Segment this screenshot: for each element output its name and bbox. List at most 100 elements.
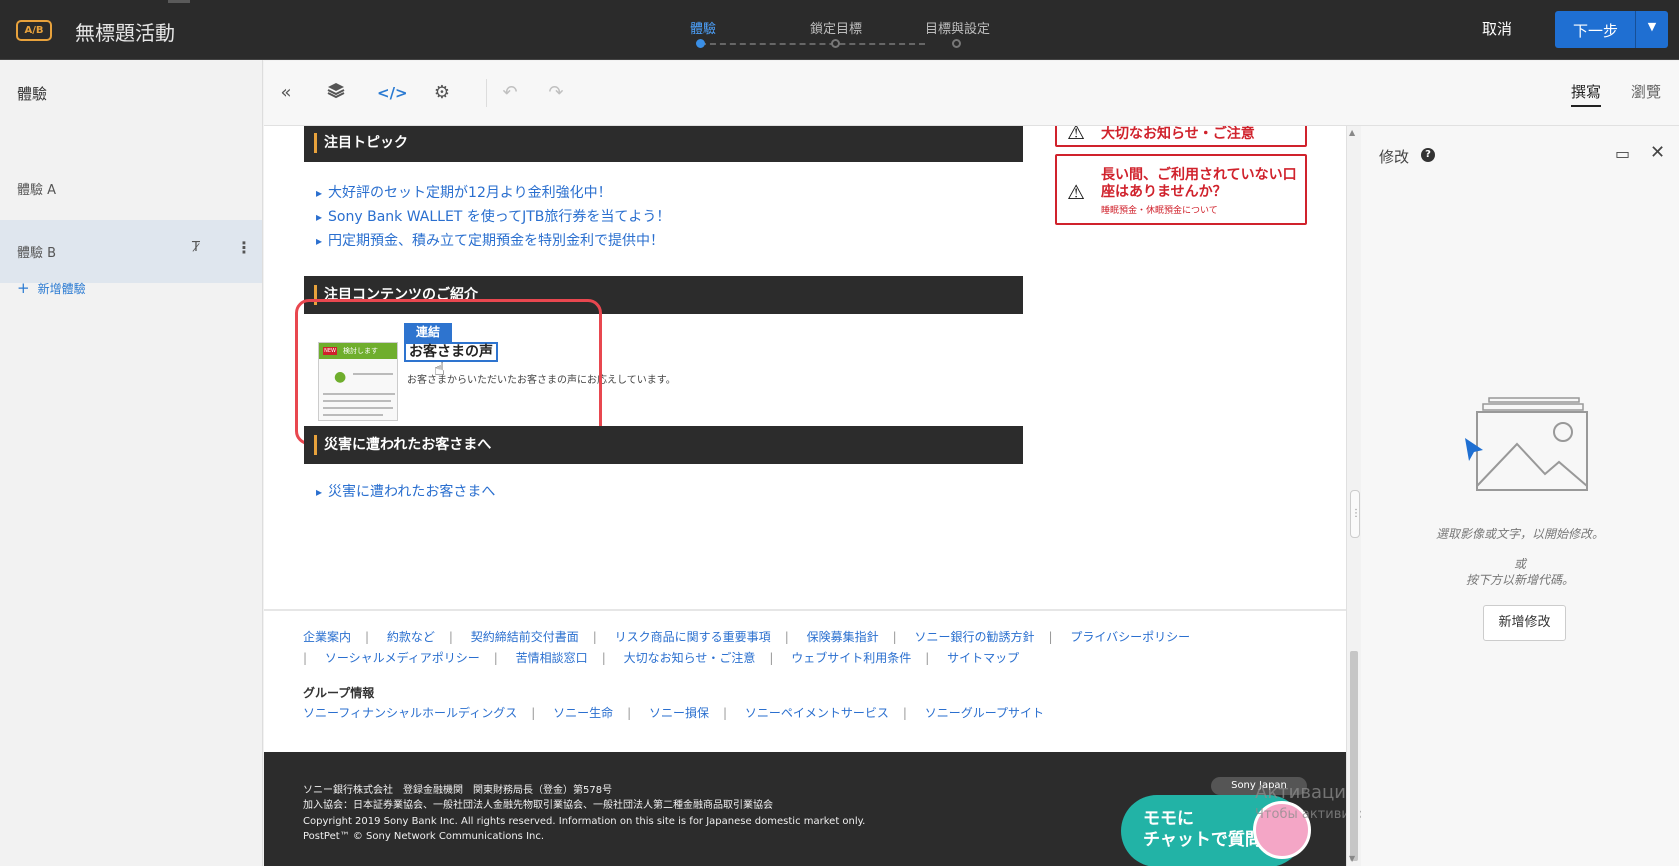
sidebar-item-experience-b[interactable]: 體驗 B T̷ ⋮: [0, 220, 262, 283]
campaign-title[interactable]: 無標題活動: [75, 17, 175, 46]
step-targeting-dot[interactable]: [831, 39, 840, 48]
editor-toolbar: « </> ⚙ ↶ ↷ 撰寫 瀏覽: [264, 61, 1679, 126]
step-goals-dot[interactable]: [952, 39, 961, 48]
postpet-line: PostPet™ © Sony Network Communications I…: [303, 831, 545, 842]
dock-panel-icon[interactable]: ▭: [1615, 144, 1630, 163]
copyright-line: Copyright 2019 Sony Bank Inc. All rights…: [303, 816, 866, 827]
footer-divider: |: [925, 651, 930, 665]
footer-link[interactable]: 苦情相談窓口: [516, 649, 588, 666]
notice-dormant-box[interactable]: ⚠ 長い間、ご利用されていない口座はありませんか？ 睡眠預金・休眠預金について: [1055, 154, 1307, 225]
page-preview-canvas[interactable]: 注目トピック 大好評のセット定期が12月より金利強化中！ Sony Bank W…: [264, 126, 1346, 866]
chat-widget-button[interactable]: モモに チャットで質問: [1121, 795, 1311, 866]
sidebar-heading: 體驗: [17, 85, 48, 103]
tab-compose[interactable]: 撰寫: [1571, 81, 1602, 107]
footer-legal: ソニー銀行株式会社 登録金融機関 関東財務局長（登金）第578号 加入協会：日本…: [264, 752, 1346, 866]
next-button[interactable]: 下一步 ▼: [1555, 11, 1668, 48]
notice-dormant-sub: 睡眠預金・休眠預金について: [1101, 206, 1218, 216]
chat-text: モモに チャットで質問: [1143, 809, 1262, 851]
footer-link[interactable]: ソニーフィナンシャルホールディングス: [303, 704, 517, 721]
footer-link[interactable]: リスク商品に関する重要事項: [615, 628, 771, 645]
empty-hint-line-1: 選取影像或文字，以開始修改。: [1435, 527, 1604, 541]
notice-important-text: 大切なお知らせ・ご注意: [1101, 126, 1255, 142]
add-experience-label: 新增體驗: [37, 282, 86, 296]
tab-browse[interactable]: 瀏覽: [1631, 81, 1661, 102]
footer-link[interactable]: ウェブサイト利用条件: [791, 649, 911, 666]
settings-icon[interactable]: ⚙: [430, 81, 454, 105]
notice-important-box[interactable]: ⚠ 大切なお知らせ・ご注意: [1055, 126, 1307, 147]
sidebar-item-experience-a[interactable]: 體驗 A: [0, 157, 262, 220]
plus-icon: +: [17, 279, 30, 297]
help-icon[interactable]: ?: [1421, 148, 1435, 162]
footer-link[interactable]: 大切なお知らせ・ご注意: [624, 649, 756, 666]
progress-steps: 體驗 鎖定目標 目標與設定: [690, 16, 1000, 50]
topic-link-2[interactable]: Sony Bank WALLET を使ってJTB旅行券を当てよう！: [316, 206, 670, 226]
topic-link-3[interactable]: 円定期預金、積み立て定期預金を特別金利で提供中！: [316, 230, 664, 250]
add-experience-button[interactable]: + 新增體驗: [17, 279, 86, 297]
footer-divider: |: [493, 651, 498, 665]
redo-icon[interactable]: ↷: [544, 81, 568, 105]
footer-link[interactable]: ソニー銀行の勧誘方針: [914, 628, 1034, 645]
footer-divider: |: [902, 706, 907, 720]
notice-dormant-text: 長い間、ご利用されていない口座はありませんか？: [1101, 167, 1297, 200]
footer-divider: |: [592, 630, 597, 644]
footer-divider: |: [601, 651, 606, 665]
next-button-label: 下一步: [1573, 22, 1619, 40]
cancel-button[interactable]: 取消: [1482, 18, 1512, 39]
footer-link[interactable]: ソニー生命: [553, 704, 613, 721]
panel-title: 修改: [1379, 148, 1410, 166]
highlight-annotation: [295, 299, 602, 445]
footer-divider: |: [892, 630, 897, 644]
undo-icon[interactable]: ↶: [498, 81, 522, 105]
experience-sidebar: 體驗 體驗 A 體驗 B T̷ ⋮ + 新增體驗: [0, 60, 263, 866]
footer-link[interactable]: ソニーグループサイト: [925, 704, 1044, 721]
chat-line-2: チャットで質問: [1143, 830, 1262, 850]
footer-link[interactable]: ソニー損保: [649, 704, 709, 721]
footer-divider: |: [769, 651, 774, 665]
empty-hint-line-3: 按下方以新增代碼。: [1465, 573, 1574, 587]
step-goals-label[interactable]: 目標與設定: [925, 18, 990, 37]
footer-divider: |: [627, 706, 632, 720]
close-icon[interactable]: ✕: [1650, 142, 1665, 163]
chat-line-1: モモに: [1143, 809, 1194, 829]
section-disaster-header: 災害に遭われたお客さまへ: [304, 426, 1023, 464]
sidebar-item-label: 體驗 B: [17, 246, 57, 261]
footer-link[interactable]: ソーシャルメディアポリシー: [325, 649, 480, 666]
footer-link[interactable]: 企業案内: [303, 628, 351, 645]
add-modification-button[interactable]: 新增修改: [1483, 605, 1566, 641]
warning-icon: ⚠: [1067, 180, 1085, 204]
step-experience-dot[interactable]: [696, 39, 705, 48]
footer-link[interactable]: サイトマップ: [947, 649, 1019, 666]
footer-link[interactable]: 保険募集指針: [807, 628, 879, 645]
rename-icon[interactable]: T̷: [192, 240, 200, 255]
legal-line-1: ソニー銀行株式会社 登録金融機関 関東財務局長（登金）第578号: [303, 785, 613, 796]
more-options-icon[interactable]: ⋮: [236, 238, 252, 257]
footer-link[interactable]: ソニーペイメントサービス: [745, 704, 889, 721]
window-scroll-indicator: [168, 0, 190, 3]
empty-hint-line-2: 或: [1513, 557, 1526, 571]
scroll-up-icon[interactable]: ▲: [1349, 128, 1355, 137]
footer-divider: |: [722, 706, 728, 720]
steps-connector: [700, 43, 925, 45]
topic-link-1[interactable]: 大好評のセット定期が12月より金利強化中！: [316, 182, 612, 202]
footer-links-row-3: ソニーフィナンシャルホールディングス | ソニー生命 | ソニー損保 | ソニーペイメ…: [303, 704, 1044, 721]
scroll-down-icon[interactable]: ▼: [1349, 854, 1355, 863]
layers-icon[interactable]: [324, 81, 348, 105]
footer-link[interactable]: プライバシーポリシー: [1070, 628, 1190, 645]
step-experience-label[interactable]: 體驗: [690, 18, 716, 37]
footer-divider: |: [531, 706, 536, 720]
code-icon[interactable]: </>: [377, 81, 408, 105]
panel-resize-handle[interactable]: ⋮: [1350, 490, 1361, 538]
chevron-down-icon[interactable]: ▼: [1641, 20, 1663, 38]
footer-link[interactable]: 約款など: [387, 628, 435, 645]
scrollbar-thumb[interactable]: [1350, 651, 1358, 861]
footer-divider: |: [784, 630, 789, 644]
section-topics-header: 注目トピック: [304, 126, 1023, 162]
top-bar: A/B 無標題活動 體驗 鎖定目標 目標與設定 取消 下一步 ▼: [0, 0, 1679, 60]
toolbar-divider: [486, 79, 487, 107]
step-targeting-label[interactable]: 鎖定目標: [810, 18, 862, 37]
ab-test-badge: A/B: [16, 20, 52, 41]
legal-line-2: 加入協会：日本証券業協会、一般社団法人金融先物取引業協会、一般社団法人第二種金融…: [303, 800, 773, 811]
disaster-link[interactable]: 災害に遭われたお客さまへ: [316, 481, 495, 501]
footer-link[interactable]: 契約締結前交付書面: [471, 628, 579, 645]
collapse-left-icon[interactable]: «: [274, 81, 298, 105]
